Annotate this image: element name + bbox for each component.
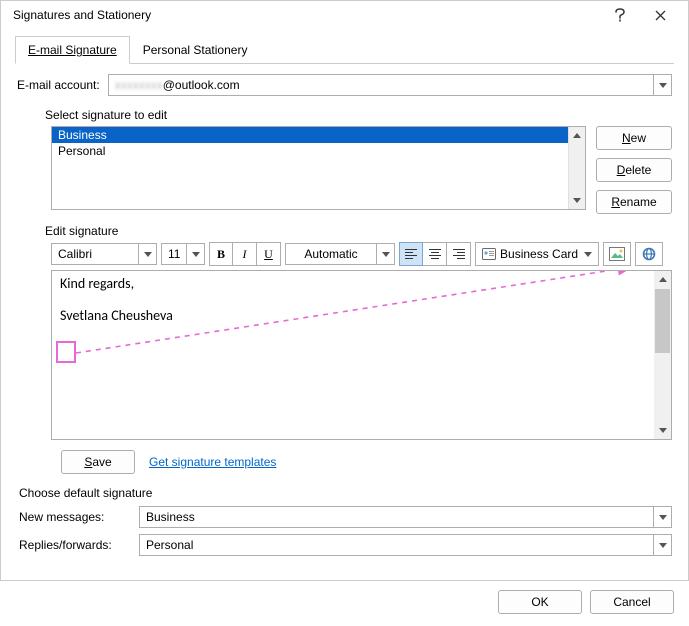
tab-strip: E-mail Signature Personal Stationery <box>15 35 674 64</box>
formatting-toolbar: Calibri 11 B I U Automatic <box>51 242 672 266</box>
signature-buttons: New Delete Rename <box>596 126 672 214</box>
cancel-button[interactable]: Cancel <box>590 590 674 614</box>
card-icon <box>482 248 496 260</box>
hyperlink-icon <box>641 247 657 261</box>
align-center-icon <box>429 249 441 259</box>
chevron-down-icon <box>653 75 671 95</box>
email-account-value: xxxxxxxx@outlook.com <box>109 78 653 92</box>
scroll-up-icon[interactable] <box>654 271 671 288</box>
window-title: Signatures and Stationery <box>13 8 600 22</box>
dialog-footer: OK Cancel <box>1 578 688 626</box>
tab-personal-stationery[interactable]: Personal Stationery <box>130 36 261 64</box>
dialog-content: E-mail Signature Personal Stationery E-m… <box>1 29 688 578</box>
font-style-group: B I U <box>209 242 281 266</box>
picture-icon <box>609 247 625 261</box>
insert-hyperlink-button[interactable] <box>635 242 663 266</box>
editor-scrollbar[interactable] <box>654 271 671 439</box>
business-card-label: Business Card <box>500 247 578 261</box>
help-button[interactable] <box>600 1 640 29</box>
signature-item-personal[interactable]: Personal <box>52 143 568 159</box>
choose-default-header: Choose default signature <box>19 486 672 500</box>
new-messages-label: New messages: <box>19 510 139 524</box>
signature-editor[interactable]: Kind regards, Svetlana Cheusheva <box>52 271 671 439</box>
select-signature-row: Business Personal New Delete Rename <box>51 126 672 214</box>
tab-body: E-mail account: xxxxxxxx@outlook.com Sel… <box>15 64 674 564</box>
font-size-combo[interactable]: 11 <box>161 243 205 265</box>
chevron-down-icon <box>653 535 671 555</box>
replies-combo[interactable]: Personal <box>139 534 672 556</box>
replies-value: Personal <box>140 538 653 552</box>
align-right-icon <box>453 249 465 259</box>
underline-button[interactable]: U <box>257 242 281 266</box>
replies-row: Replies/forwards: Personal <box>19 534 672 556</box>
align-group <box>399 242 471 266</box>
align-left-button[interactable] <box>399 242 423 266</box>
email-account-combo[interactable]: xxxxxxxx@outlook.com <box>108 74 672 96</box>
choose-default-section: Choose default signature New messages: B… <box>19 486 672 562</box>
chevron-down-icon <box>186 244 204 264</box>
chevron-down-icon <box>376 244 394 264</box>
email-account-label: E-mail account: <box>17 78 100 92</box>
business-card-button[interactable]: Business Card <box>475 242 599 266</box>
listbox-scrollbar[interactable] <box>568 127 585 209</box>
cursor-annotation <box>56 341 76 363</box>
font-family-value: Calibri <box>52 247 138 261</box>
chevron-down-icon <box>584 252 592 257</box>
edit-signature-label: Edit signature <box>45 224 672 238</box>
scroll-thumb[interactable] <box>655 289 670 353</box>
signature-item-business[interactable]: Business <box>52 127 568 143</box>
italic-button[interactable]: I <box>233 242 257 266</box>
replies-label: Replies/forwards: <box>19 538 139 552</box>
titlebar: Signatures and Stationery <box>1 1 688 29</box>
insert-picture-button[interactable] <box>603 242 631 266</box>
bold-button[interactable]: B <box>209 242 233 266</box>
templates-link[interactable]: Get signature templates <box>149 455 276 469</box>
scroll-down-icon[interactable] <box>654 422 671 439</box>
align-right-button[interactable] <box>447 242 471 266</box>
font-family-combo[interactable]: Calibri <box>51 243 157 265</box>
tab-email-signature[interactable]: E-mail Signature <box>15 36 130 64</box>
new-messages-row: New messages: Business <box>19 506 672 528</box>
close-button[interactable] <box>640 1 680 29</box>
editor-line-2: Svetlana Cheusheva <box>60 307 663 325</box>
signature-listbox[interactable]: Business Personal <box>51 126 586 210</box>
chevron-down-icon <box>138 244 156 264</box>
align-left-icon <box>405 249 417 259</box>
save-row: Save Get signature templates <box>61 450 672 474</box>
editor-line-1: Kind regards, <box>60 275 663 293</box>
chevron-down-icon <box>653 507 671 527</box>
new-button[interactable]: New <box>596 126 672 150</box>
rename-button[interactable]: Rename <box>596 190 672 214</box>
font-color-combo[interactable]: Automatic <box>285 243 395 265</box>
new-messages-value: Business <box>140 510 653 524</box>
select-signature-label: Select signature to edit <box>45 108 672 122</box>
save-button[interactable]: Save <box>61 450 135 474</box>
scroll-up-icon[interactable] <box>569 127 585 144</box>
font-size-value: 11 <box>162 247 186 261</box>
align-center-button[interactable] <box>423 242 447 266</box>
ok-button[interactable]: OK <box>498 590 582 614</box>
signatures-dialog: Signatures and Stationery E-mail Signatu… <box>0 0 689 581</box>
scroll-down-icon[interactable] <box>569 192 585 209</box>
signature-editor-wrap: Kind regards, Svetlana Cheusheva <box>51 270 672 440</box>
font-color-value: Automatic <box>286 247 376 261</box>
email-account-row: E-mail account: xxxxxxxx@outlook.com <box>17 74 672 96</box>
new-messages-combo[interactable]: Business <box>139 506 672 528</box>
delete-button[interactable]: Delete <box>596 158 672 182</box>
